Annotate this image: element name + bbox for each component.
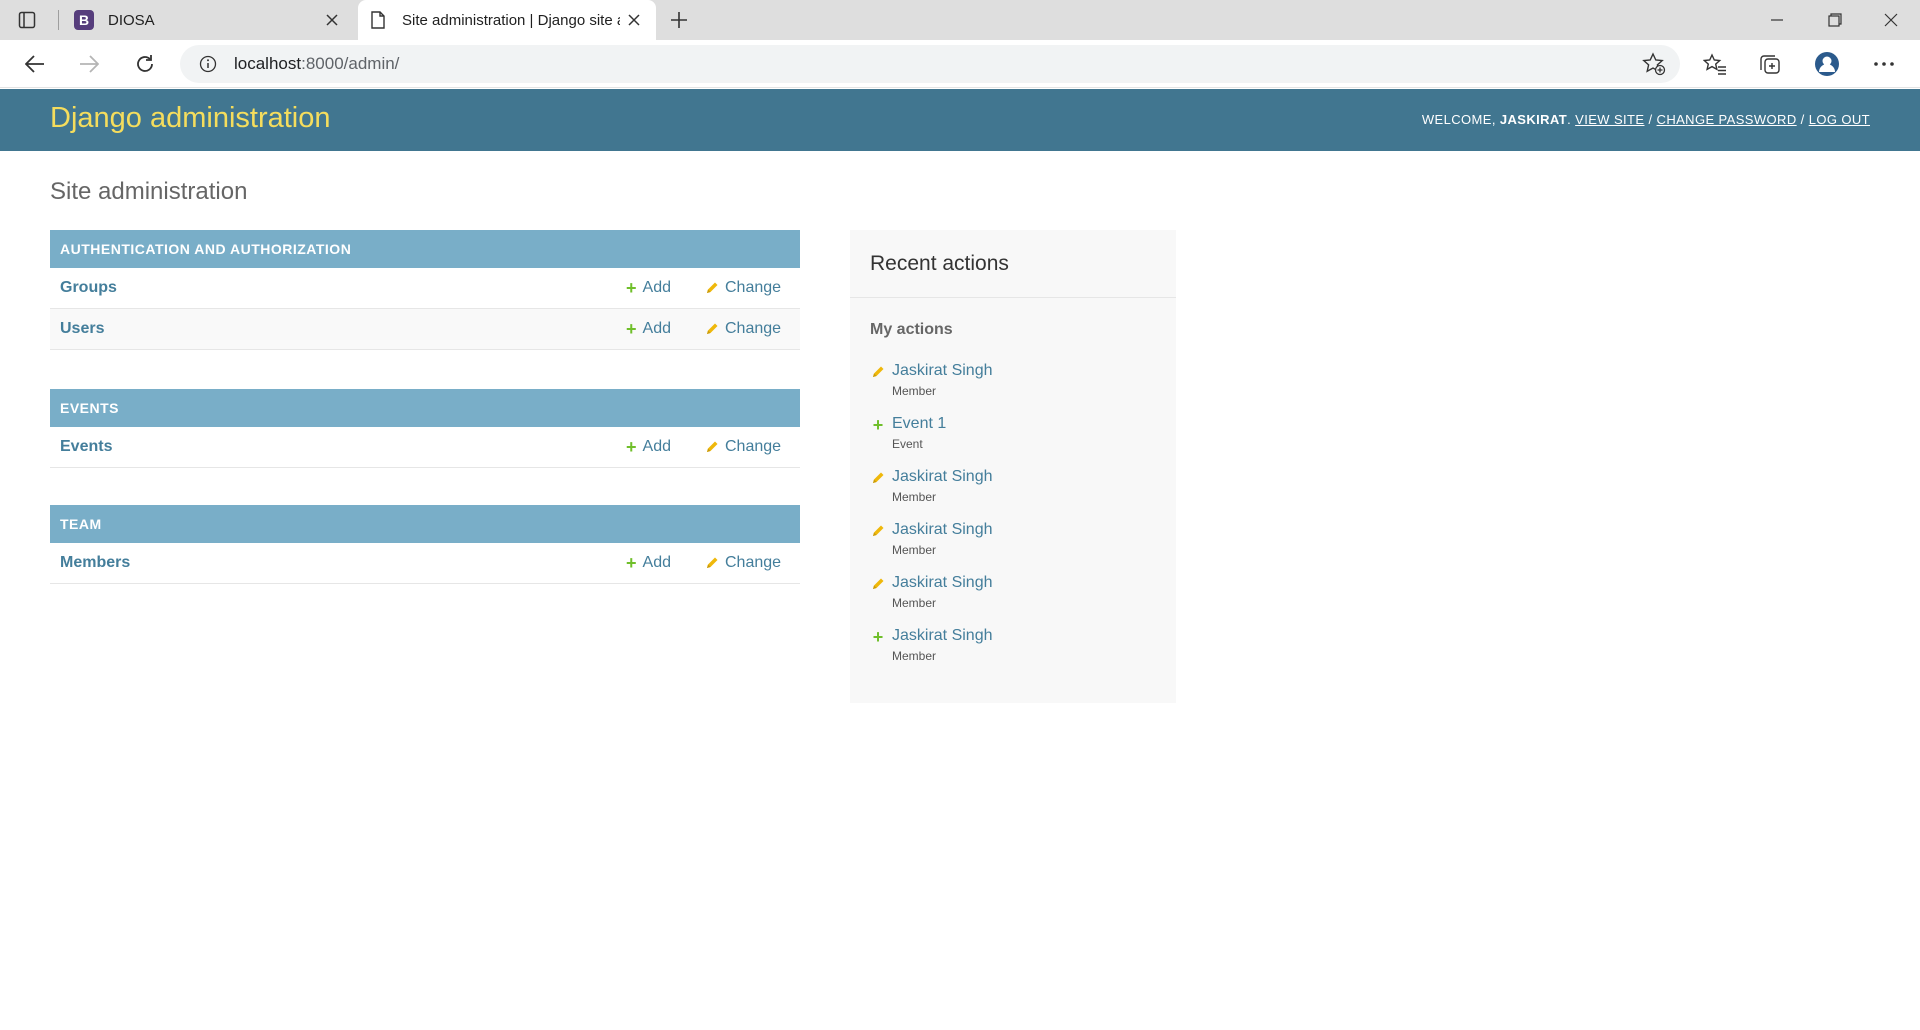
module-team: TEAM Members + Add Change [50, 505, 800, 584]
recent-action-type: Member [892, 543, 937, 557]
pencil-icon [870, 364, 886, 380]
change-events-link[interactable]: Change [705, 438, 781, 456]
recent-action-type: Member [892, 384, 937, 398]
browser-address-bar: localhost:8000/admin/ [0, 40, 1920, 88]
admin-header: Django administration WELCOME, JASKIRAT.… [0, 89, 1920, 151]
plus-icon: + [872, 415, 884, 435]
page-icon [368, 10, 388, 30]
divider [850, 297, 1176, 298]
pencil-icon [705, 440, 719, 454]
bootstrap-favicon-icon: B [74, 10, 94, 30]
refresh-icon[interactable] [128, 48, 162, 80]
close-tab-icon[interactable] [620, 6, 648, 34]
recent-action-item: Jaskirat Singh Member [870, 468, 1160, 514]
add-users-link[interactable]: + Add [626, 320, 671, 338]
change-members-link[interactable]: Change [705, 554, 781, 572]
pencil-icon [870, 470, 886, 486]
recent-action-item: + Jaskirat Singh Member [870, 627, 1160, 673]
tab-title: DIOSA [108, 11, 155, 29]
back-arrow-icon[interactable] [18, 48, 52, 80]
tab-divider [58, 10, 59, 30]
site-info-icon[interactable] [196, 52, 220, 76]
recent-action-type: Member [892, 490, 937, 504]
pencil-icon [705, 322, 719, 336]
module-auth: AUTHENTICATION AND AUTHORIZATION Groups … [50, 230, 800, 350]
more-menu-icon[interactable] [1867, 48, 1901, 80]
model-row-users: Users + Add Change [50, 309, 800, 350]
browser-tab-bar: B DIOSA Site administration | Django sit… [0, 0, 1920, 40]
recent-action-type: Member [892, 596, 937, 610]
module-caption[interactable]: TEAM [50, 505, 800, 543]
recent-actions-title: Recent actions [870, 252, 1009, 275]
address-input[interactable]: localhost:8000/admin/ [180, 45, 1680, 83]
recent-action-link[interactable]: Jaskirat Singh [892, 521, 993, 539]
user-tools: WELCOME, JASKIRAT. VIEW SITE / CHANGE PA… [1421, 112, 1870, 127]
module-caption[interactable]: EVENTS [50, 389, 800, 427]
browser-tab-admin[interactable]: Site administration | Django site admin [358, 0, 656, 40]
model-row-members: Members + Add Change [50, 543, 800, 584]
model-row-events: Events + Add Change [50, 427, 800, 468]
tab-actions-icon[interactable] [14, 8, 40, 32]
pencil-icon [705, 556, 719, 570]
change-users-link[interactable]: Change [705, 320, 781, 338]
add-members-link[interactable]: + Add [626, 554, 671, 572]
module-events: EVENTS Events + Add Change [50, 389, 800, 468]
recent-action-item: Jaskirat Singh Member [870, 521, 1160, 567]
recent-action-link[interactable]: Jaskirat Singh [892, 574, 993, 592]
forward-arrow-icon[interactable] [72, 48, 106, 80]
site-branding[interactable]: Django administration [50, 102, 330, 135]
model-link-members[interactable]: Members [60, 554, 130, 572]
plus-icon: + [626, 278, 637, 298]
page-title: Site administration [50, 178, 248, 205]
model-link-events[interactable]: Events [60, 438, 112, 456]
model-link-users[interactable]: Users [60, 320, 104, 338]
log-out-link[interactable]: LOG OUT [1809, 112, 1870, 127]
pencil-icon [705, 281, 719, 295]
tab-title: Site administration | Django site admin [402, 11, 620, 29]
welcome-text: WELCOME, [1421, 112, 1496, 127]
recent-action-item: Jaskirat Singh Member [870, 362, 1160, 408]
profile-avatar-icon[interactable] [1810, 48, 1844, 80]
add-favorite-icon[interactable] [1642, 52, 1666, 76]
pencil-icon [870, 576, 886, 592]
recent-action-link[interactable]: Event 1 [892, 415, 946, 433]
recent-action-link[interactable]: Jaskirat Singh [892, 468, 993, 486]
plus-icon: + [626, 553, 637, 573]
recent-actions-panel: Recent actions My actions Jaskirat Singh… [850, 230, 1176, 703]
pencil-icon [870, 523, 886, 539]
add-groups-link[interactable]: + Add [626, 279, 671, 297]
add-events-link[interactable]: + Add [626, 438, 671, 456]
my-actions-subtitle: My actions [870, 321, 953, 338]
recent-action-link[interactable]: Jaskirat Singh [892, 362, 993, 380]
restore-icon[interactable] [1806, 0, 1864, 40]
minimize-icon[interactable] [1748, 0, 1806, 40]
view-site-link[interactable]: VIEW SITE [1575, 112, 1644, 127]
recent-action-type: Member [892, 649, 937, 663]
favorites-icon[interactable] [1698, 48, 1732, 80]
recent-action-type: Event [892, 437, 923, 451]
change-groups-link[interactable]: Change [705, 279, 781, 297]
model-link-groups[interactable]: Groups [60, 279, 117, 297]
change-password-link[interactable]: CHANGE PASSWORD [1657, 112, 1797, 127]
module-caption[interactable]: AUTHENTICATION AND AUTHORIZATION [50, 230, 800, 268]
plus-icon: + [626, 437, 637, 457]
username: JASKIRAT [1499, 112, 1568, 127]
model-row-groups: Groups + Add Change [50, 268, 800, 309]
recent-action-item: + Event 1 Event [870, 415, 1160, 461]
new-tab-button[interactable] [664, 6, 694, 34]
plus-icon: + [872, 627, 884, 647]
recent-action-item: Jaskirat Singh Member [870, 574, 1160, 620]
plus-icon: + [626, 319, 637, 339]
url-text: localhost:8000/admin/ [234, 54, 400, 73]
collections-icon[interactable] [1753, 48, 1787, 80]
browser-tab-diosa[interactable]: B DIOSA [64, 0, 354, 40]
close-tab-icon[interactable] [318, 6, 346, 34]
recent-action-link[interactable]: Jaskirat Singh [892, 627, 993, 645]
close-window-icon[interactable] [1862, 0, 1920, 40]
